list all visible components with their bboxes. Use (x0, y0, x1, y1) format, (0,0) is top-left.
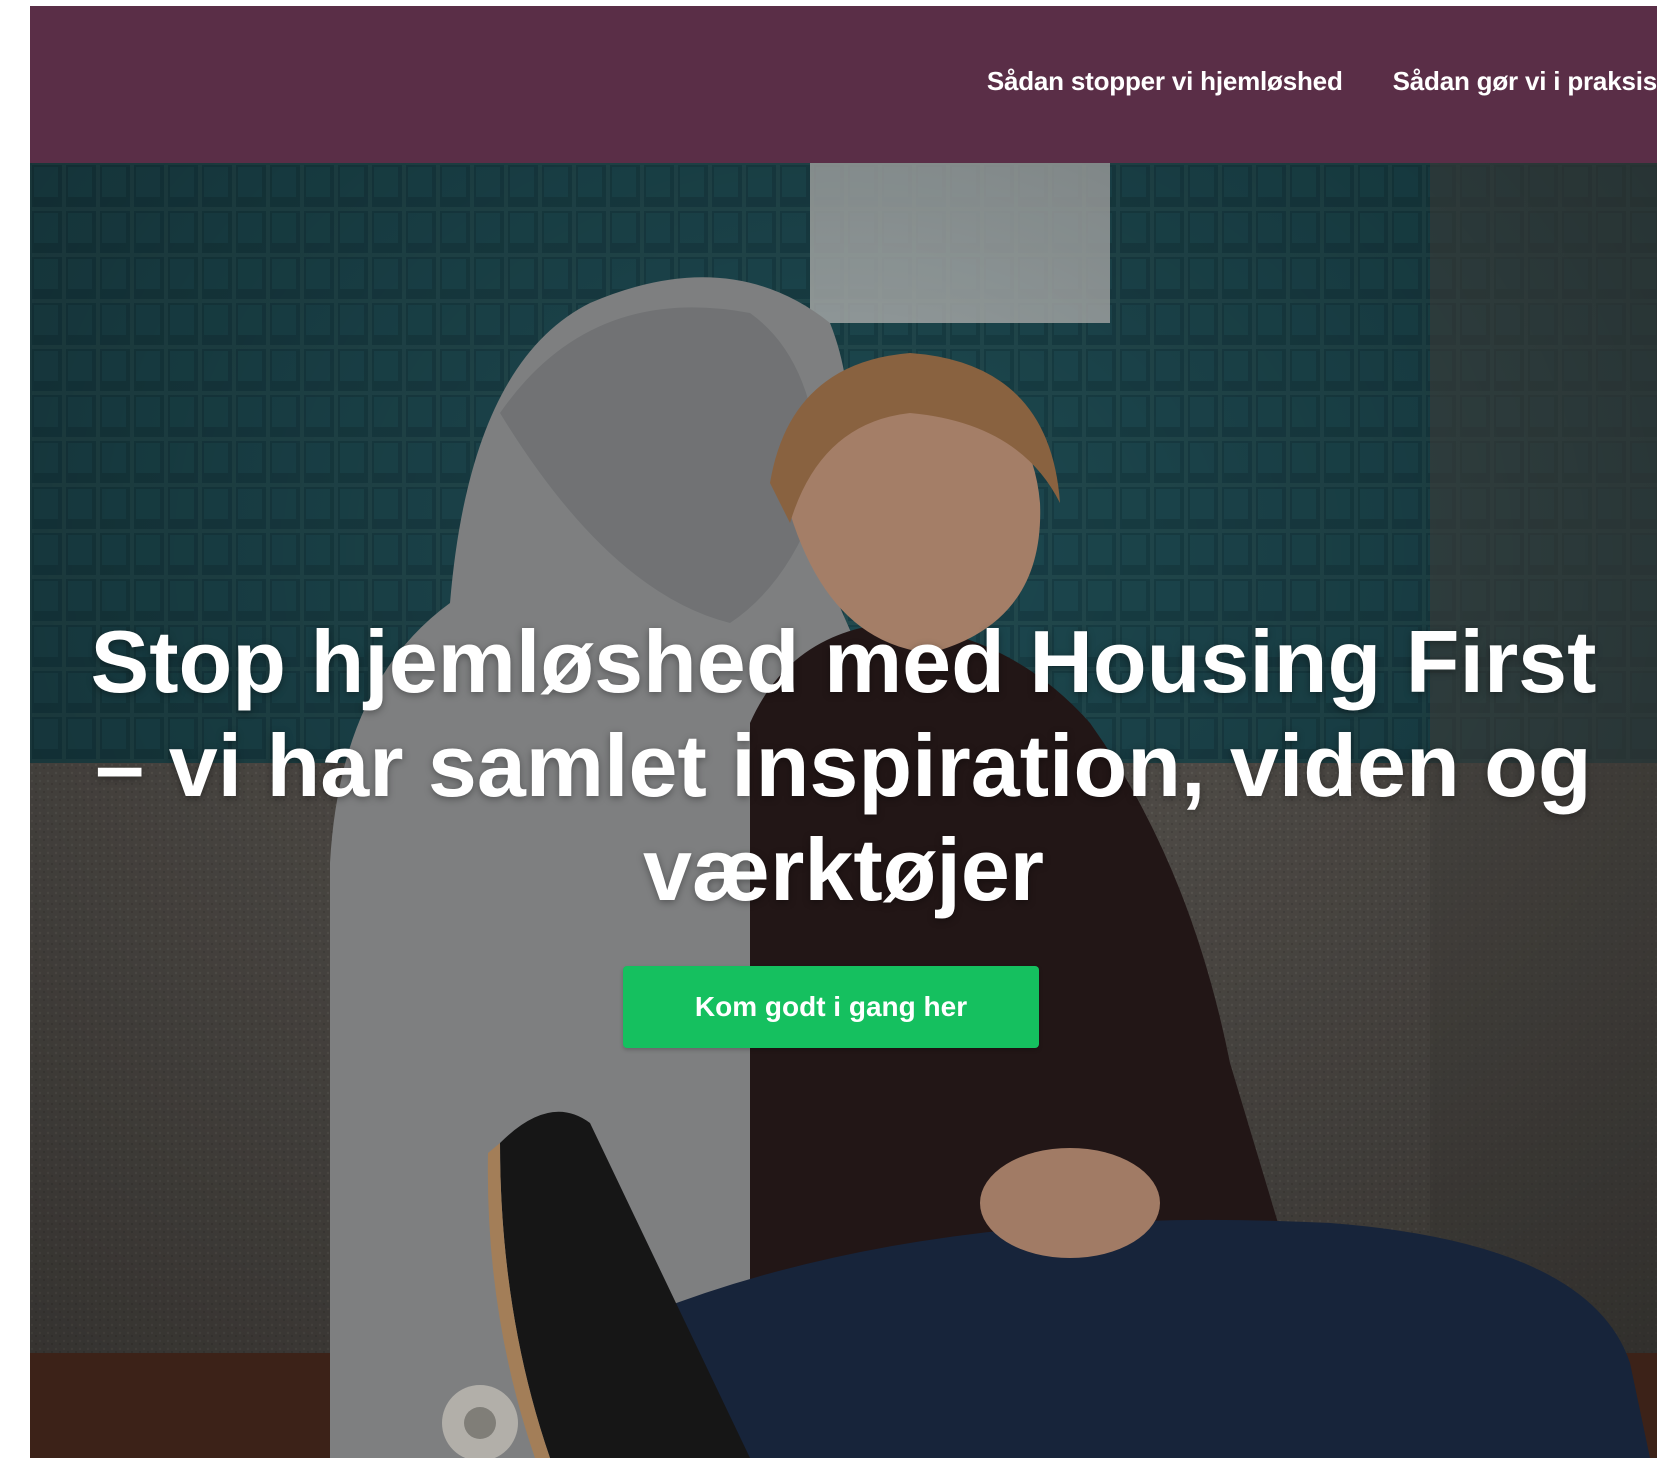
hero-section: Stop hjemløshed med Housing First – vi h… (30, 163, 1657, 1458)
get-started-button[interactable]: Kom godt i gang her (623, 966, 1039, 1048)
nav-link-saadan-stopper-vi-hjemloeshed[interactable]: Sådan stopper vi hjemløshed (987, 66, 1343, 97)
main-nav: Sådan stopper vi hjemløshed Sådan gør vi… (987, 66, 1657, 97)
page: Sådan stopper vi hjemløshed Sådan gør vi… (30, 6, 1657, 1458)
hero-headline: Stop hjemløshed med Housing First – vi h… (90, 612, 1597, 919)
top-navigation-bar: Sådan stopper vi hjemløshed Sådan gør vi… (30, 6, 1657, 163)
nav-link-saadan-goer-vi-i-praksis[interactable]: Sådan gør vi i praksis (1393, 66, 1657, 97)
